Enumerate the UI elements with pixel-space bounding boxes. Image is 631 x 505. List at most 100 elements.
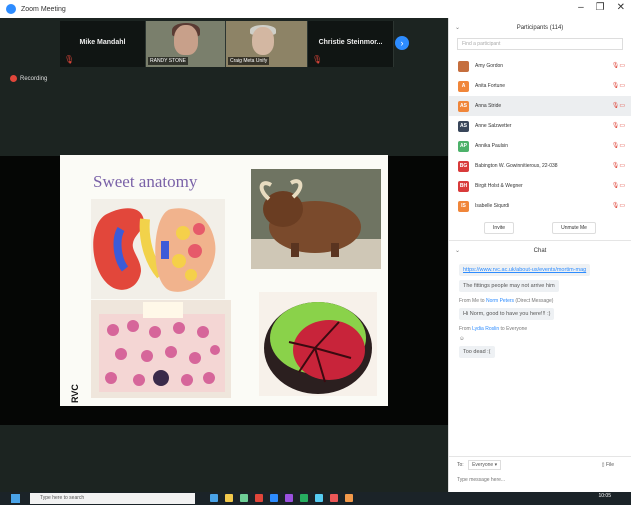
- chat-sender-line: From Lydia Roslin to Everyone: [459, 326, 528, 332]
- kidney-cake-photo: [91, 199, 225, 299]
- participant-row[interactable]: Amy Gordon 🎙▭: [449, 56, 631, 76]
- close-icon[interactable]: ✕: [617, 2, 625, 13]
- taskbar-apps: [210, 494, 353, 502]
- chat-sender-name[interactable]: Norm Peters: [486, 298, 514, 304]
- chat-message-text: Too dead :(: [459, 346, 495, 358]
- chat-message-text: The fittings people may not arrive him: [459, 280, 559, 292]
- participant-name: Annika Paulsin: [475, 143, 509, 149]
- next-page-button[interactable]: ›: [395, 36, 409, 50]
- participant-tile-name: Mike Mandahl: [79, 39, 126, 46]
- shared-slide: Sweet anatomy RVC: [60, 155, 388, 406]
- taskbar-search-input[interactable]: Type here to search: [30, 493, 195, 504]
- taskbar: Type here to search 10:05: [0, 492, 631, 505]
- unmute-me-button[interactable]: Unmute Me: [552, 222, 596, 234]
- participant-name: Isabelle Siqurdi: [475, 203, 510, 209]
- recording-dot-icon: [10, 75, 17, 82]
- chat-message: The fittings people may not arrive him: [459, 280, 621, 292]
- participant-row[interactable]: AS Anna Stride 🎙▭: [449, 96, 631, 116]
- mic-muted-icon: 🎙▭: [611, 203, 625, 209]
- rvc-logo: RVC: [70, 384, 80, 403]
- chat-sender-line: From Me to Norm Peters (Direct Message): [459, 298, 554, 304]
- chat-message: ☺: [459, 336, 621, 342]
- avatar: [458, 60, 469, 72]
- collapse-chevron-icon[interactable]: ⌄: [455, 24, 460, 31]
- participants-header: ⌄ Participants (114): [449, 18, 631, 38]
- participant-row[interactable]: AS Anne Salzwetter 🎙▭: [449, 116, 631, 136]
- participant-tile-name: RANDY STONE: [148, 57, 188, 65]
- recipient-dropdown[interactable]: Everyone ▾: [468, 460, 502, 470]
- maximize-icon[interactable]: ❐: [596, 2, 605, 13]
- smiley-icon: ☺: [459, 336, 465, 342]
- chat-message: Hi Norm, good to have you here!!! :): [459, 308, 621, 320]
- mic-muted-icon: 🎙: [64, 55, 75, 64]
- participant-actions: Invite Unmute Me: [449, 216, 631, 240]
- participant-name: Birgit Holst & Wegner: [475, 183, 523, 189]
- taskbar-app-icon[interactable]: [345, 494, 353, 502]
- taskbar-app-icon[interactable]: [240, 494, 248, 502]
- collapse-chevron-icon[interactable]: ⌄: [455, 247, 460, 254]
- chat-message-input[interactable]: [457, 477, 622, 483]
- participant-tile[interactable]: Christie Steinmor... 🎙: [308, 21, 394, 67]
- participant-row[interactable]: BG Babington W. Gowinnitierous, 22-038 🎙…: [449, 156, 631, 176]
- participant-video: [174, 25, 198, 55]
- taskbar-app-icon[interactable]: [315, 494, 323, 502]
- participant-tile[interactable]: Mike Mandahl 🎙: [60, 21, 146, 67]
- yak-cake-photo: [251, 169, 381, 269]
- participant-name: Amy Gordon: [475, 63, 504, 69]
- chat-footer: To: Everyone ▾ ▯ File: [449, 456, 631, 492]
- participant-row[interactable]: A Anita Fortune 🎙▭: [449, 76, 631, 96]
- taskbar-app-icon[interactable]: [225, 494, 233, 502]
- recording-label: Recording: [20, 75, 48, 82]
- participant-name: Anna Stride: [475, 103, 502, 109]
- windows-start-icon[interactable]: [11, 494, 20, 503]
- title-bar: Zoom Meeting – ❐ ✕: [0, 0, 631, 18]
- mic-muted-icon: 🎙▭: [611, 63, 625, 69]
- participant-name: Anne Salzwetter: [475, 123, 512, 129]
- mic-muted-icon: 🎙▭: [611, 103, 625, 109]
- mic-muted-icon: 🎙▭: [611, 143, 625, 149]
- window-title: Zoom Meeting: [21, 5, 66, 13]
- chat-sender-name[interactable]: Lydia Roslin: [472, 326, 499, 332]
- participant-tile-name: Christie Steinmor...: [318, 39, 383, 46]
- participant-search-input[interactable]: Find a participant: [457, 38, 623, 50]
- invite-button[interactable]: Invite: [484, 222, 514, 234]
- mic-muted-icon: 🎙▭: [611, 83, 625, 89]
- participant-row[interactable]: IS Isabelle Siqurdi 🎙▭: [449, 196, 631, 216]
- avatar: IS: [458, 200, 469, 212]
- taskbar-app-icon[interactable]: [300, 494, 308, 502]
- participant-video: [252, 27, 274, 55]
- avatar: AP: [458, 140, 469, 152]
- taskbar-app-icon[interactable]: [270, 494, 278, 502]
- eye-cake-photo: [259, 292, 377, 396]
- recording-indicator: Recording: [10, 75, 47, 82]
- participant-tile[interactable]: RANDY STONE: [146, 21, 226, 67]
- video-thumbnail-strip: Mike Mandahl 🎙 RANDY STONE Craig Meta Un…: [60, 21, 426, 67]
- tissue-slide-cake-photo: [91, 300, 231, 398]
- participant-name: Babington W. Gowinnitierous, 22-038: [475, 163, 558, 169]
- chat-title: Chat: [533, 247, 547, 254]
- taskbar-app-icon[interactable]: [210, 494, 218, 502]
- taskbar-clock: 10:05: [598, 493, 611, 499]
- participant-list: Amy Gordon 🎙▭ A Anita Fortune 🎙▭ AS Anna…: [449, 56, 631, 216]
- avatar: BH: [458, 180, 469, 192]
- chat-header: ⌄ Chat: [449, 240, 631, 260]
- participant-row[interactable]: AP Annika Paulsin 🎙▭: [449, 136, 631, 156]
- taskbar-app-icon[interactable]: [285, 494, 293, 502]
- avatar: A: [458, 80, 469, 92]
- avatar: AS: [458, 120, 469, 132]
- chat-recipient: To: Everyone ▾: [457, 460, 502, 470]
- taskbar-app-icon[interactable]: [255, 494, 263, 502]
- participants-title: Participants (114): [516, 25, 564, 31]
- chat-message: https://www.rvc.ac.uk/about-us/events/mo…: [459, 264, 621, 276]
- participant-name: Anita Fortune: [475, 83, 506, 89]
- participant-row[interactable]: BH Birgit Holst & Wegner 🎙▭: [449, 176, 631, 196]
- file-button[interactable]: ▯ File: [602, 462, 614, 468]
- chat-messages: https://www.rvc.ac.uk/about-us/events/mo…: [449, 264, 631, 358]
- avatar: AS: [458, 100, 469, 112]
- mic-muted-icon: 🎙▭: [611, 163, 625, 169]
- minimize-icon[interactable]: –: [578, 2, 584, 13]
- participant-tile[interactable]: Craig Meta Unify: [226, 21, 308, 67]
- window-controls: – ❐ ✕: [578, 2, 625, 13]
- chat-link[interactable]: https://www.rvc.ac.uk/about-us/events/mo…: [459, 264, 591, 276]
- taskbar-app-icon[interactable]: [330, 494, 338, 502]
